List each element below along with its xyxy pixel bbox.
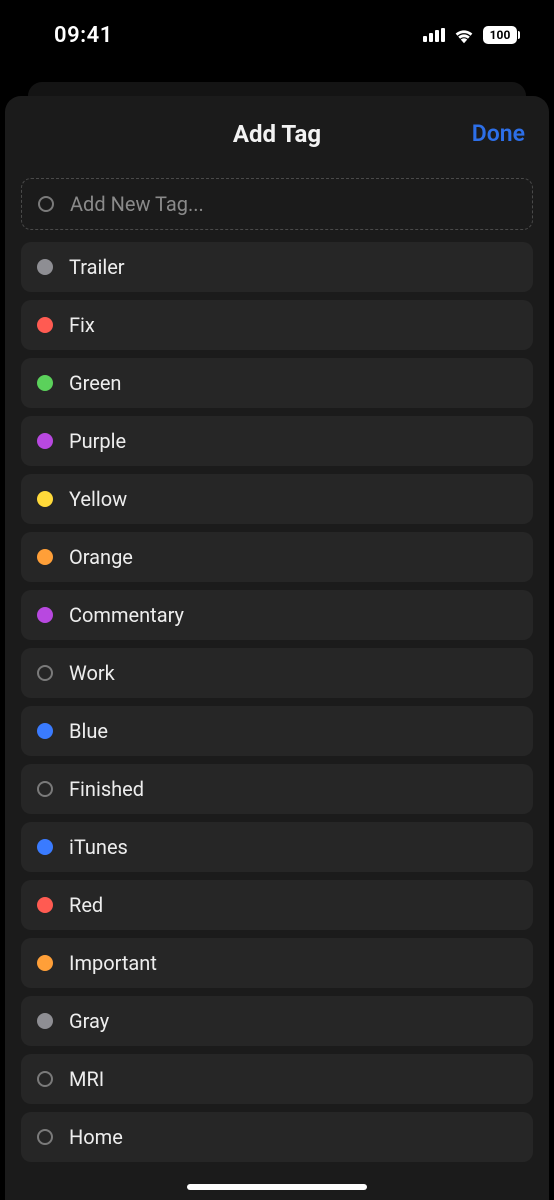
color-dot-icon <box>37 433 53 449</box>
color-dot-icon <box>37 1013 53 1029</box>
color-dot-icon <box>37 491 53 507</box>
color-dot-icon <box>37 549 53 565</box>
add-new-tag-placeholder: Add New Tag... <box>70 192 204 216</box>
tag-row[interactable]: Work <box>21 648 533 698</box>
tag-label: Green <box>69 371 121 395</box>
empty-color-icon <box>37 781 53 797</box>
home-indicator[interactable] <box>187 1184 367 1190</box>
empty-color-icon <box>37 1129 53 1145</box>
cellular-icon <box>423 28 445 42</box>
tag-label: Important <box>69 951 157 975</box>
tag-row[interactable]: Purple <box>21 416 533 466</box>
empty-color-icon <box>37 665 53 681</box>
add-tag-sheet: Add Tag Done Add New Tag... Trailer Fix Gr… <box>5 96 549 1200</box>
tag-row[interactable]: Blue <box>21 706 533 756</box>
add-new-tag-row[interactable]: Add New Tag... <box>21 178 533 230</box>
color-dot-icon <box>37 607 53 623</box>
tag-row[interactable]: Green <box>21 358 533 408</box>
tag-label: MRI <box>69 1067 104 1091</box>
battery-level: 100 <box>490 28 511 42</box>
color-dot-icon <box>37 259 53 275</box>
color-dot-icon <box>37 317 53 333</box>
tag-label: Fix <box>69 313 95 337</box>
tag-label: Yellow <box>69 487 127 511</box>
done-button[interactable]: Done <box>472 120 525 147</box>
status-time: 09:41 <box>54 23 113 48</box>
tag-label: Blue <box>69 719 108 743</box>
tag-row[interactable]: MRI <box>21 1054 533 1104</box>
tag-row[interactable]: iTunes <box>21 822 533 872</box>
empty-color-icon <box>37 1071 53 1087</box>
status-bar: 09:41 100 <box>0 0 554 54</box>
battery-icon: 100 <box>483 26 520 44</box>
sheet-header: Add Tag Done <box>5 120 549 178</box>
empty-color-icon <box>38 196 54 212</box>
tag-row[interactable]: Red <box>21 880 533 930</box>
tag-label: Gray <box>69 1009 109 1033</box>
tag-row[interactable]: Home <box>21 1112 533 1162</box>
tag-list[interactable]: Add New Tag... Trailer Fix Green Purple Yell… <box>5 178 549 1162</box>
tag-label: Red <box>69 893 103 917</box>
tag-label: Trailer <box>69 255 125 279</box>
status-icons: 100 <box>423 26 520 44</box>
wifi-icon <box>453 26 475 44</box>
color-dot-icon <box>37 375 53 391</box>
tag-label: iTunes <box>69 835 128 859</box>
tag-label: Finished <box>69 777 144 801</box>
page-title: Add Tag <box>233 120 321 148</box>
tag-row[interactable]: Yellow <box>21 474 533 524</box>
tag-row[interactable]: Important <box>21 938 533 988</box>
tag-row[interactable]: Trailer <box>21 242 533 292</box>
tag-label: Work <box>69 661 115 685</box>
tag-row[interactable]: Orange <box>21 532 533 582</box>
tag-row[interactable]: Commentary <box>21 590 533 640</box>
tag-row[interactable]: Gray <box>21 996 533 1046</box>
color-dot-icon <box>37 723 53 739</box>
tag-label: Home <box>69 1125 123 1149</box>
color-dot-icon <box>37 839 53 855</box>
color-dot-icon <box>37 897 53 913</box>
tag-label: Purple <box>69 429 126 453</box>
tag-row[interactable]: Finished <box>21 764 533 814</box>
tag-label: Commentary <box>69 603 184 627</box>
tag-label: Orange <box>69 545 133 569</box>
tag-row[interactable]: Fix <box>21 300 533 350</box>
color-dot-icon <box>37 955 53 971</box>
